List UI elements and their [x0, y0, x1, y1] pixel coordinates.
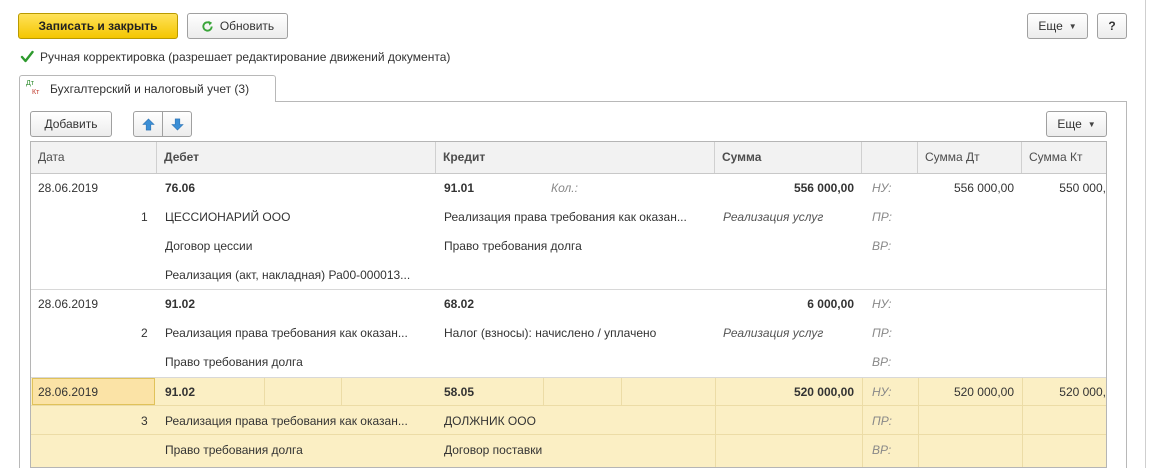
manual-adjustment-checkbox[interactable] [20, 50, 34, 64]
debit-subconto-1: ЦЕССИОНАРИЙ ООО [165, 210, 291, 224]
row-sum: 6 000,00 [807, 297, 854, 311]
credit-subconto-1: ДОЛЖНИК ООО [444, 414, 536, 428]
move-down-button[interactable] [162, 111, 192, 137]
credit-account: 58.05 [444, 385, 475, 399]
nu-label: НУ: [872, 385, 892, 399]
grid-more-button[interactable]: Еще ▼ [1046, 111, 1107, 137]
help-label: ? [1108, 19, 1116, 33]
more-label: Еще [1038, 19, 1063, 33]
debit-subconto-1: Реализация права требования как оказан..… [165, 414, 408, 428]
debit-subconto-2: Право требования долга [165, 443, 303, 457]
manual-adjustment-label: Ручная корректировка (разрешает редактир… [40, 50, 451, 64]
cell-divider [621, 378, 622, 405]
refresh-button[interactable]: Обновить [187, 13, 288, 39]
column-header-sum-dt[interactable]: Сумма Дт [918, 142, 1022, 173]
dt-kt-icon: Дт Кт [26, 80, 40, 96]
sum-note: Реализация услуг [723, 326, 824, 340]
cell-divider [862, 378, 863, 467]
column-header-sum-kt[interactable]: Сумма Кт [1022, 142, 1106, 173]
panel-right-border [1126, 101, 1127, 468]
row-date: 28.06.2019 [38, 181, 99, 195]
add-button[interactable]: Добавить [30, 111, 112, 137]
row-sum: 556 000,00 [793, 181, 854, 195]
row-date: 28.06.2019 [38, 297, 99, 311]
chevron-down-icon: ▼ [1087, 119, 1096, 129]
panel-left-border [19, 101, 20, 468]
arrow-down-icon [170, 118, 184, 130]
sum-kt: 520 000, [1059, 385, 1106, 399]
table-row[interactable]: 28.06.2019 1 76.06 ЦЕССИОНАРИЙ ООО Догов… [31, 173, 1106, 289]
cell-divider [264, 378, 265, 405]
row-number: 1 [141, 210, 148, 224]
column-header-credit[interactable]: Кредит [436, 142, 715, 173]
table-row[interactable]: 28.06.2019 2 91.02 Реализация права треб… [31, 290, 1106, 377]
row-number: 3 [141, 414, 148, 428]
grid-more-label: Еще [1057, 117, 1082, 131]
vr-label: ВР: [872, 239, 892, 253]
pr-label: ПР: [872, 326, 892, 340]
tab-label: Бухгалтерский и налоговый учет (3) [50, 82, 250, 96]
debit-subconto-1: Реализация права требования как оказан..… [165, 326, 408, 340]
table-header: Дата Дебет Кредит Сумма Сумма Дт Сумма К… [31, 142, 1106, 174]
window-right-border [1145, 0, 1146, 468]
credit-subconto-2: Договор поставки [444, 443, 543, 457]
sum-kt: 550 000, [1059, 181, 1106, 195]
chevron-down-icon: ▼ [1068, 21, 1077, 31]
credit-account: 91.01 [444, 181, 475, 195]
debit-account: 91.02 [165, 297, 196, 311]
table-row-selected[interactable]: 28.06.2019 3 91.02 Реализация права треб… [31, 378, 1106, 467]
refresh-label: Обновить [219, 19, 275, 33]
debit-account: 91.02 [165, 385, 196, 399]
credit-account: 68.02 [444, 297, 475, 311]
quantity-label: Кол.: [551, 181, 578, 195]
nu-label: НУ: [872, 181, 892, 195]
column-header-sum[interactable]: Сумма [715, 142, 862, 173]
debit-subconto-3: Реализация (акт, накладная) Ра00-000013.… [165, 268, 411, 282]
credit-subconto-1: Налог (взносы): начислено / уплачено [444, 326, 657, 340]
cell-divider [31, 434, 1106, 435]
sum-note: Реализация услуг [723, 210, 824, 224]
column-header-date[interactable]: Дата [31, 142, 157, 173]
debit-subconto-2: Право требования долга [165, 355, 303, 369]
pr-label: ПР: [872, 210, 892, 224]
vr-label: ВР: [872, 443, 892, 457]
vr-label: ВР: [872, 355, 892, 369]
move-up-button[interactable] [133, 111, 163, 137]
sum-dt: 556 000,00 [953, 181, 1014, 195]
row-date: 28.06.2019 [38, 385, 99, 399]
row-number: 2 [141, 326, 148, 340]
arrow-up-icon [141, 118, 155, 130]
help-button[interactable]: ? [1097, 13, 1127, 39]
more-button[interactable]: Еще ▼ [1027, 13, 1088, 39]
sum-dt: 520 000,00 [953, 385, 1014, 399]
postings-table[interactable]: Дата Дебет Кредит Сумма Сумма Дт Сумма К… [30, 141, 1107, 468]
pr-label: ПР: [872, 414, 892, 428]
cell-divider [341, 378, 342, 405]
debit-subconto-2: Договор цессии [165, 239, 253, 253]
tab-accounting[interactable]: Дт Кт Бухгалтерский и налоговый учет (3) [19, 75, 276, 102]
add-label: Добавить [44, 117, 98, 131]
save-and-close-label: Записать и закрыть [38, 19, 158, 33]
cell-divider [31, 405, 1106, 406]
tab-underline [276, 101, 1126, 102]
save-and-close-button[interactable]: Записать и закрыть [18, 13, 178, 39]
cell-divider [543, 378, 544, 405]
column-header-debit[interactable]: Дебет [157, 142, 436, 173]
row-sum: 520 000,00 [793, 385, 854, 399]
credit-subconto-1: Реализация права требования как оказан..… [444, 210, 687, 224]
credit-subconto-2: Право требования долга [444, 239, 582, 253]
column-header-blank[interactable] [862, 142, 918, 173]
nu-label: НУ: [872, 297, 892, 311]
refresh-icon [202, 20, 213, 32]
debit-account: 76.06 [165, 181, 196, 195]
